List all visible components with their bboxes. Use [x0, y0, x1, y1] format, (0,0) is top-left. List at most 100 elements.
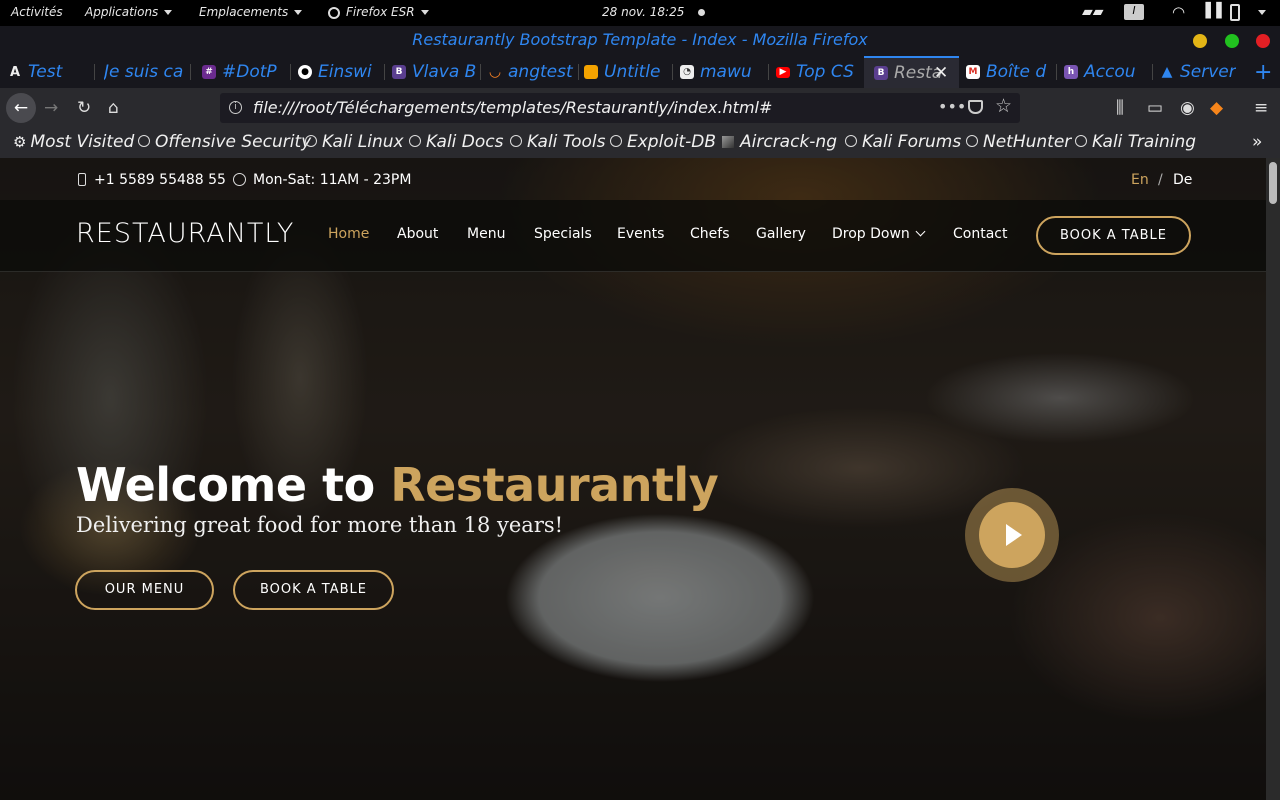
nav-chefs[interactable]: Chefs [690, 226, 729, 242]
header-book-table-button[interactable]: BOOK A TABLE [1036, 216, 1191, 255]
system-top-bar: Activités Applications Emplacements Fire… [0, 0, 1280, 26]
our-menu-button[interactable]: OUR MENU [75, 570, 214, 610]
activities-button[interactable]: Activités [11, 5, 63, 19]
bookmark-kali-linux[interactable]: Kali Linux [305, 132, 404, 152]
account-icon[interactable]: ◉ [1180, 98, 1195, 118]
window-title: Restaurantly Bootstrap Template - Index … [412, 30, 868, 49]
bookmark-label: Kali Training [1092, 132, 1197, 152]
tab-untitled[interactable]: Untitle [584, 56, 670, 88]
globe-icon [845, 135, 857, 147]
tab-label: Top CS [796, 62, 854, 82]
maximize-button[interactable] [1225, 34, 1239, 48]
minimize-button[interactable] [1193, 34, 1207, 48]
lang-en-link[interactable]: En [1131, 172, 1149, 188]
phone-icon [78, 173, 86, 186]
nav-home[interactable]: Home [328, 226, 369, 242]
scrollbar-thumb[interactable] [1269, 162, 1277, 204]
tab-dotp[interactable]: # #DotP [202, 56, 286, 88]
pocket-icon[interactable] [968, 100, 983, 114]
nav-specials[interactable]: Specials [534, 226, 592, 242]
tab-separator [384, 64, 385, 80]
site-logo[interactable]: RESTAURANTLY [76, 218, 294, 249]
nav-gallery[interactable]: Gallery [756, 226, 806, 242]
video-icon[interactable]: ▰▰ [1082, 4, 1104, 20]
sidebar-icon[interactable]: ▭ [1147, 98, 1163, 118]
bookmark-aircrack-ng[interactable]: Aircrack-ng [722, 132, 837, 152]
globe-icon [138, 135, 150, 147]
metamask-icon[interactable]: ◆ [1210, 98, 1223, 118]
tab-angtest[interactable]: ◡ angtest [488, 56, 574, 88]
tab-label: mawu [700, 62, 752, 82]
tab-vlava[interactable]: B Vlava B [392, 56, 478, 88]
tab-label: Untitle [604, 62, 661, 82]
page-actions-icon[interactable]: ••• [938, 97, 966, 116]
youtube-icon: ▶ [776, 66, 790, 78]
tab-label: Vlava B [412, 62, 477, 82]
url-text: file:///root/Téléchargements/templates/R… [253, 98, 773, 117]
applications-menu[interactable]: Applications [85, 5, 173, 19]
bookmark-offensive-security[interactable]: Offensive Security [138, 132, 311, 152]
app-menu[interactable]: Firefox ESR [328, 5, 429, 19]
bookmark-kali-tools[interactable]: Kali Tools [510, 132, 605, 152]
hero-title-part1: Welcome to [76, 458, 391, 512]
lang-de-link[interactable]: De [1173, 172, 1192, 188]
nav-menu[interactable]: Menu [467, 226, 505, 242]
nav-about[interactable]: About [397, 226, 438, 242]
bookmark-label: Exploit-DB [627, 132, 716, 152]
stackoverflow-icon: ◡ [489, 64, 501, 80]
chevron-down-icon [1258, 10, 1266, 15]
window-titlebar: Restaurantly Bootstrap Template - Index … [0, 26, 1280, 56]
battery-icon[interactable] [1230, 4, 1240, 21]
volume-icon[interactable]: ▐▐ [1200, 3, 1222, 19]
bookmark-kali-forums[interactable]: Kali Forums [845, 132, 961, 152]
keyboard-indicator-icon[interactable]: I [1124, 4, 1144, 20]
nav-dropdown-label: Drop Down [832, 226, 910, 242]
close-window-button[interactable] [1256, 34, 1270, 48]
page-scrollbar[interactable] [1266, 158, 1280, 800]
bookmark-kali-docs[interactable]: Kali Docs [409, 132, 504, 152]
bootstrap-icon: B [392, 65, 406, 79]
bookmark-star-icon[interactable]: ☆ [995, 95, 1012, 117]
chevron-down-icon [420, 10, 429, 15]
home-button[interactable]: ⌂ [108, 98, 119, 118]
more-bookmarks-icon[interactable]: » [1252, 132, 1262, 152]
url-bar[interactable]: i file:///root/Téléchargements/templates… [220, 93, 1020, 123]
tab-je-suis[interactable]: Je suis ca [104, 56, 186, 88]
play-video-button[interactable] [965, 488, 1059, 582]
clock[interactable]: 28 nov. 18:25 [602, 5, 706, 19]
menu-icon[interactable]: ≡ [1254, 98, 1268, 118]
new-tab-button[interactable]: + [1254, 60, 1272, 85]
tab-restaurantly[interactable]: B Resta ✕ [864, 56, 959, 88]
bookmark-exploit-db[interactable]: Exploit-DB [610, 132, 716, 152]
wifi-icon[interactable]: ◠ [1172, 3, 1185, 21]
bookmark-kali-training[interactable]: Kali Training [1075, 132, 1196, 152]
tab-test[interactable]: A Test [8, 56, 94, 88]
nav-dropdown[interactable]: Drop Down [832, 226, 926, 242]
tab-separator [672, 64, 673, 80]
hero-book-table-button[interactable]: BOOK A TABLE [233, 570, 394, 610]
tab-account[interactable]: h Accou [1064, 56, 1150, 88]
forward-button[interactable]: → [44, 98, 58, 118]
tab-server[interactable]: ▲ Server [1160, 56, 1236, 88]
library-icon[interactable]: ⫼ [1116, 98, 1124, 118]
info-icon[interactable]: i [229, 101, 242, 114]
places-menu[interactable]: Emplacements [199, 5, 303, 19]
tab-boite[interactable]: M Boîte d [966, 56, 1052, 88]
tab-mawu[interactable]: ◔ mawu [680, 56, 764, 88]
close-tab-icon[interactable]: ✕ [934, 63, 948, 83]
hero-subtitle: Delivering great food for more than 18 y… [76, 513, 564, 537]
nav-events[interactable]: Events [617, 226, 664, 242]
play-icon [1006, 524, 1022, 546]
bookmark-most-visited[interactable]: ⚙ Most Visited [13, 132, 134, 152]
tab-label: Test [28, 62, 63, 82]
tab-einswi[interactable]: ● Einswi [298, 56, 384, 88]
bookmark-nethunter[interactable]: NetHunter [966, 132, 1071, 152]
reload-button[interactable]: ↻ [77, 98, 91, 118]
notification-dot-icon [698, 9, 706, 16]
system-menu[interactable] [1252, 5, 1266, 19]
tab-top-cs[interactable]: ▶ Top CS [776, 56, 862, 88]
app-name-label: Firefox ESR [346, 5, 415, 19]
nav-contact[interactable]: Contact [953, 226, 1007, 242]
back-button[interactable]: ← [6, 93, 36, 123]
bookmark-label: Kali Forums [862, 132, 962, 152]
